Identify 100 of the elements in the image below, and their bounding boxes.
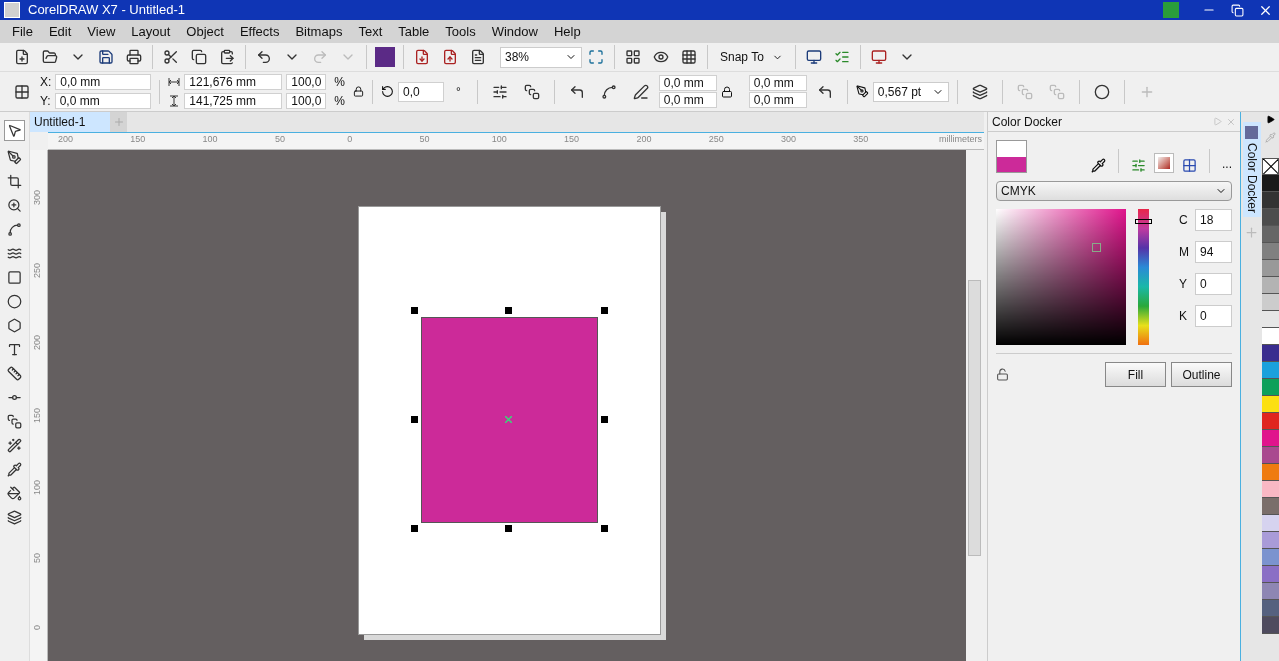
freehand-icon[interactable] — [7, 222, 22, 237]
color-model-dropdown[interactable]: CMYK — [996, 181, 1232, 201]
channel-value-field[interactable]: 0 — [1195, 305, 1232, 327]
rectangle-icon[interactable] — [7, 270, 22, 285]
shape-tool-icon[interactable] — [7, 150, 22, 165]
channel-value-field[interactable]: 18 — [1195, 209, 1232, 231]
no-color-swatch[interactable] — [1262, 158, 1279, 175]
color-swatch[interactable] — [1262, 379, 1279, 396]
color-swatch[interactable] — [1262, 600, 1279, 617]
color-viewer-icon[interactable] — [1154, 153, 1174, 173]
scale-y-field[interactable]: 100,0 — [286, 93, 327, 109]
menu-item[interactable]: Tools — [437, 21, 484, 42]
color-swatch[interactable] — [1262, 243, 1279, 260]
color-swatch[interactable] — [1262, 515, 1279, 532]
lock-icon — [353, 86, 364, 97]
menu-item[interactable]: File — [4, 21, 41, 42]
color-swatch[interactable] — [1262, 260, 1279, 277]
color-swatch[interactable] — [1262, 345, 1279, 362]
selection-handle[interactable] — [601, 307, 608, 314]
corner-radius-field[interactable]: 0,0 mm — [748, 92, 807, 108]
outline-pen-icon — [855, 85, 869, 98]
selection-handle[interactable] — [601, 525, 608, 532]
selection-handle[interactable] — [411, 307, 418, 314]
menu-item[interactable]: Effects — [231, 21, 288, 42]
color-swatch[interactable] — [1262, 481, 1279, 498]
menu-item[interactable]: Object — [178, 21, 232, 42]
hue-slider-thumb[interactable] — [1135, 219, 1153, 225]
dimension-icon[interactable] — [7, 366, 22, 381]
width-arrows-icon — [168, 77, 181, 87]
selection-handle[interactable] — [601, 416, 608, 423]
color-swatch[interactable] — [1262, 464, 1279, 481]
rotation-field[interactable]: 0,0 — [398, 81, 444, 102]
pointer-icon[interactable] — [4, 120, 25, 141]
outline-button[interactable]: Outline — [1171, 362, 1232, 387]
color-swatch[interactable] — [1262, 175, 1279, 192]
selection-handle[interactable] — [411, 416, 418, 423]
color-swatch[interactable] — [1262, 532, 1279, 549]
menu-item[interactable]: Edit — [40, 21, 80, 42]
menu-item[interactable]: View — [79, 21, 124, 42]
color-swatch[interactable] — [1262, 192, 1279, 209]
polygon-icon[interactable] — [7, 318, 22, 333]
corner-radius-field[interactable]: 0,0 mm — [658, 75, 717, 91]
color-gradient-square[interactable] — [996, 209, 1127, 345]
color-swatch[interactable] — [1262, 277, 1279, 294]
x-label: X: — [40, 74, 52, 91]
color-picker-marker[interactable] — [1092, 243, 1101, 252]
curve-icon[interactable] — [7, 246, 22, 261]
snap-to-dropdown[interactable]: Snap To — [712, 48, 791, 66]
color-swatch[interactable] — [1262, 498, 1279, 515]
color-swatch[interactable] — [1262, 362, 1279, 379]
docker-tab[interactable]: Color Docker — [1242, 122, 1261, 218]
y-position-field[interactable]: 0,0 mm — [54, 93, 151, 109]
color-swatch[interactable] — [1262, 328, 1279, 345]
ruler-label: 200 — [31, 335, 43, 351]
app-logo-icon — [4, 2, 20, 18]
corner-radius-field[interactable]: 0,0 mm — [658, 92, 717, 108]
color-swatch[interactable] — [1262, 447, 1279, 464]
color-swatch[interactable] — [1262, 396, 1279, 413]
color-swatch[interactable] — [1262, 226, 1279, 243]
zoom-icon[interactable] — [7, 198, 22, 213]
menu-item[interactable]: Table — [390, 21, 438, 42]
selection-handle[interactable] — [505, 525, 512, 532]
text-tool-icon[interactable] — [7, 342, 22, 357]
width-field[interactable]: 121,676 mm — [184, 74, 283, 90]
color-swatch[interactable] — [1262, 617, 1279, 634]
scrollbar-thumb[interactable] — [968, 280, 981, 556]
restore-icon — [1230, 3, 1244, 17]
crop-icon[interactable] — [7, 174, 22, 189]
hue-slider[interactable] — [1138, 209, 1149, 345]
selection-handle[interactable] — [505, 307, 512, 314]
color-docker-tab-icon — [1245, 126, 1258, 139]
selection-handle[interactable] — [411, 525, 418, 532]
scale-x-field[interactable]: 100,0 — [286, 74, 327, 90]
channel-value-field[interactable]: 0 — [1195, 273, 1232, 295]
color-swatch[interactable] — [1262, 549, 1279, 566]
menu-item[interactable]: Text — [350, 21, 391, 42]
document-tab[interactable]: Untitled-1 — [30, 112, 110, 132]
channel-value-field[interactable]: 94 — [1195, 241, 1232, 263]
zoom-dropdown[interactable]: 38% — [500, 46, 582, 68]
color-swatch[interactable] — [1262, 413, 1279, 430]
fill-button[interactable]: Fill — [1105, 362, 1166, 387]
fill-icon[interactable] — [7, 486, 22, 501]
more-options[interactable]: ... — [1222, 155, 1232, 173]
ruler-label: 50 — [274, 133, 285, 146]
ellipse-icon[interactable] — [7, 294, 22, 309]
color-swatch[interactable] — [1262, 209, 1279, 226]
outline-width-dropdown[interactable]: 0,567 pt — [872, 81, 949, 102]
degree-sign: ° — [455, 83, 462, 101]
menu-item[interactable]: Window — [483, 21, 546, 42]
corner-radius-field[interactable]: 0,0 mm — [748, 75, 807, 91]
menu-item[interactable]: Help — [545, 21, 589, 42]
menu-item[interactable]: Bitmaps — [287, 21, 351, 42]
color-swatch[interactable] — [1262, 566, 1279, 583]
x-position-field[interactable]: 0,0 mm — [55, 74, 152, 90]
menu-item[interactable]: Layout — [123, 21, 179, 42]
height-field[interactable]: 141,725 mm — [184, 93, 283, 109]
color-swatch[interactable] — [1262, 294, 1279, 311]
eyedropper-icon[interactable] — [7, 462, 22, 477]
color-swatch[interactable] — [1262, 430, 1279, 447]
color-swatch[interactable] — [1262, 583, 1279, 600]
